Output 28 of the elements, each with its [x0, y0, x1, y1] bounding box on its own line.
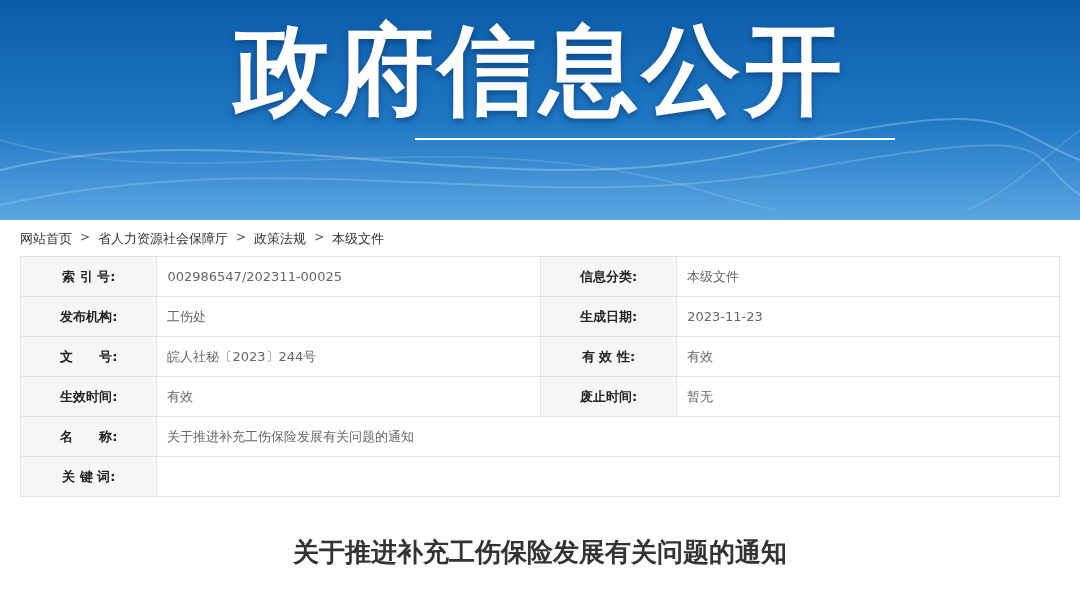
field-value: 002986547/202311-00025: [156, 256, 541, 297]
article-title: 关于推进补充工伤保险发展有关问题的通知: [292, 536, 788, 569]
field-value: 本级文件: [676, 256, 1060, 297]
field-value: 暂无: [676, 376, 1060, 417]
field-label: 废止时间:: [540, 376, 677, 417]
field-label: 文 号:: [20, 336, 157, 377]
field-label: 有 效 性:: [540, 336, 677, 377]
field-value: 工伤处: [156, 296, 541, 337]
page-title: 政府信息公开: [234, 12, 846, 129]
field-value: 2023-11-23: [676, 296, 1060, 337]
field-value: 关于推进补充工伤保险发展有关问题的通知: [156, 416, 1060, 457]
breadcrumb-link[interactable]: 网站首页: [20, 230, 72, 248]
breadcrumb-separator: >: [235, 230, 248, 246]
field-label: 关 键 词:: [20, 456, 157, 497]
field-label: 生效时间:: [20, 376, 157, 417]
field-label: 发布机构:: [20, 296, 157, 337]
field-label: 名 称:: [20, 416, 157, 457]
breadcrumb-separator: >: [313, 230, 326, 246]
field-value: 皖人社秘〔2023〕244号: [156, 336, 541, 377]
field-value: 有效: [676, 336, 1060, 377]
breadcrumb-separator: >: [79, 230, 92, 246]
breadcrumb-link[interactable]: 省人力资源社会保障厅: [98, 230, 229, 248]
field-label: 信息分类:: [540, 256, 677, 297]
field-label: 索 引 号:: [20, 256, 157, 297]
breadcrumb-link[interactable]: 政策法规: [254, 230, 307, 248]
field-value: 有效: [156, 376, 541, 417]
breadcrumb-link[interactable]: 本级文件: [332, 230, 385, 248]
field-label: 生成日期:: [540, 296, 677, 337]
